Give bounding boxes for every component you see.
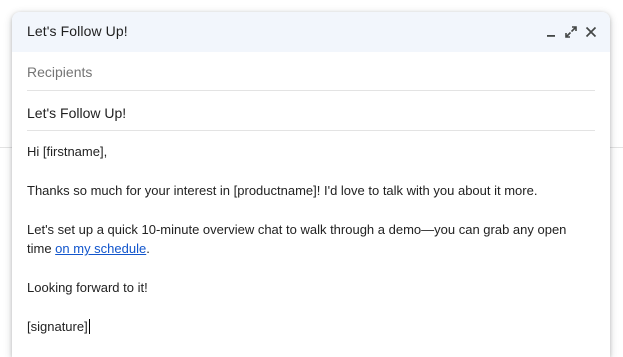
compose-title: Let's Follow Up! [27, 23, 128, 39]
signature-line: [signature] [27, 317, 90, 337]
recipients-field[interactable]: Recipients [27, 52, 595, 91]
greeting-line: Hi [firstname], [27, 144, 108, 159]
schedule-link[interactable]: on my schedule [55, 241, 146, 256]
compose-header[interactable]: Let's Follow Up! [12, 12, 610, 52]
minimize-icon[interactable] [543, 24, 559, 40]
body-paragraph-2-line-2: time on my schedule. [27, 239, 150, 259]
subject-value: Let's Follow Up! [27, 105, 127, 121]
recipients-placeholder: Recipients [27, 64, 93, 80]
body-paragraph-1: Thanks so much for your interest in [pro… [27, 183, 538, 198]
closing-line: Looking forward to it! [27, 280, 148, 295]
signature-text: [signature] [27, 319, 88, 334]
text-cursor [88, 319, 90, 334]
compose-window: Let's Follow Up! Recipients Let's Follow… [12, 12, 610, 357]
body-paragraph-2-line-1: Let's set up a quick 10-minute overview … [27, 222, 567, 237]
expand-icon[interactable] [563, 24, 579, 40]
paragraph-2-prefix: time [27, 241, 56, 256]
subject-field[interactable]: Let's Follow Up! [27, 92, 595, 131]
close-icon[interactable] [583, 24, 599, 40]
paragraph-2-suffix: . [146, 241, 150, 256]
